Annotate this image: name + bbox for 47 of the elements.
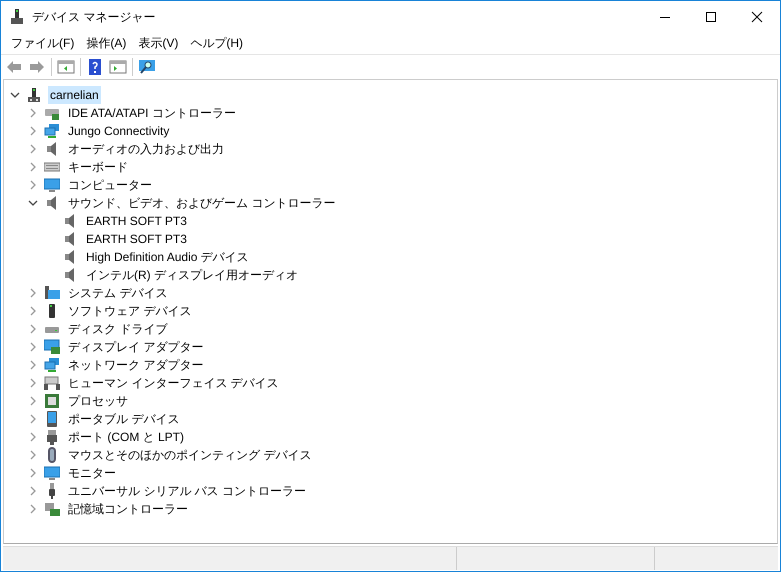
- tree-item[interactable]: プロセッサ: [66, 392, 130, 410]
- network-icon: [44, 357, 60, 373]
- tree-item[interactable]: モニター: [66, 464, 118, 482]
- tree-item[interactable]: ディスプレイ アダプター: [66, 338, 206, 356]
- menu-item[interactable]: 操作(A): [80, 34, 132, 52]
- tree-item[interactable]: マウスとそのほかのポインティング デバイス: [66, 446, 314, 464]
- tree-item[interactable]: サウンド、ビデオ、およびゲーム コントローラー: [66, 194, 338, 212]
- menu-item[interactable]: 表示(V): [132, 34, 184, 52]
- hid-icon: [44, 375, 60, 391]
- forward-arrow-icon[interactable]: [28, 58, 46, 76]
- tablet-icon: [44, 411, 60, 427]
- tree-item[interactable]: 記憶域コントローラー: [66, 500, 190, 518]
- tree-item[interactable]: システム デバイス: [66, 284, 170, 302]
- storage-icon: [44, 501, 60, 517]
- tree-item[interactable]: EARTH SOFT PT3: [84, 212, 189, 230]
- network-icon: [44, 123, 60, 139]
- tree-item[interactable]: ユニバーサル シリアル バス コントローラー: [66, 482, 308, 500]
- computer-icon: [26, 87, 42, 103]
- tree-item[interactable]: ポータブル デバイス: [66, 410, 182, 428]
- monitor-icon: [44, 465, 60, 481]
- tree-item[interactable]: ヒューマン インターフェイス デバイス: [66, 374, 281, 392]
- help-icon[interactable]: [86, 58, 104, 76]
- tree-item[interactable]: オーディオの入力および出力: [66, 140, 226, 158]
- properties-icon[interactable]: [109, 58, 127, 76]
- monitor-search-icon[interactable]: [138, 58, 156, 76]
- tree-item[interactable]: キーボード: [66, 158, 130, 176]
- monitor-icon: [44, 177, 60, 193]
- tree-item[interactable]: Jungo Connectivity: [66, 122, 172, 140]
- tree-item[interactable]: High Definition Audio デバイス: [84, 248, 251, 266]
- menu-item[interactable]: ヘルプ(H): [184, 34, 249, 52]
- system-icon: [44, 285, 60, 301]
- app-icon: [10, 8, 24, 24]
- tree-item[interactable]: ネットワーク アダプター: [66, 356, 206, 374]
- menu-item[interactable]: ファイル(F): [5, 34, 80, 52]
- window-title: デバイス マネージャー: [32, 8, 156, 26]
- tree-item[interactable]: EARTH SOFT PT3: [84, 230, 189, 248]
- tree-item[interactable]: IDE ATA/ATAPI コントローラー: [66, 104, 238, 122]
- processor-icon: [44, 393, 60, 409]
- tree-item[interactable]: ディスク ドライブ: [66, 320, 170, 338]
- panel-icon[interactable]: [57, 58, 75, 76]
- tree-item[interactable]: インテル(R) ディスプレイ用オーディオ: [84, 266, 300, 284]
- tree-root-item[interactable]: carnelian: [48, 86, 101, 104]
- display-adapter-icon: [44, 339, 60, 355]
- tree-item[interactable]: コンピューター: [66, 176, 154, 194]
- port-icon: [44, 429, 60, 445]
- tree-item[interactable]: ポート (COM と LPT): [66, 428, 186, 446]
- tree-item[interactable]: ソフトウェア デバイス: [66, 302, 194, 320]
